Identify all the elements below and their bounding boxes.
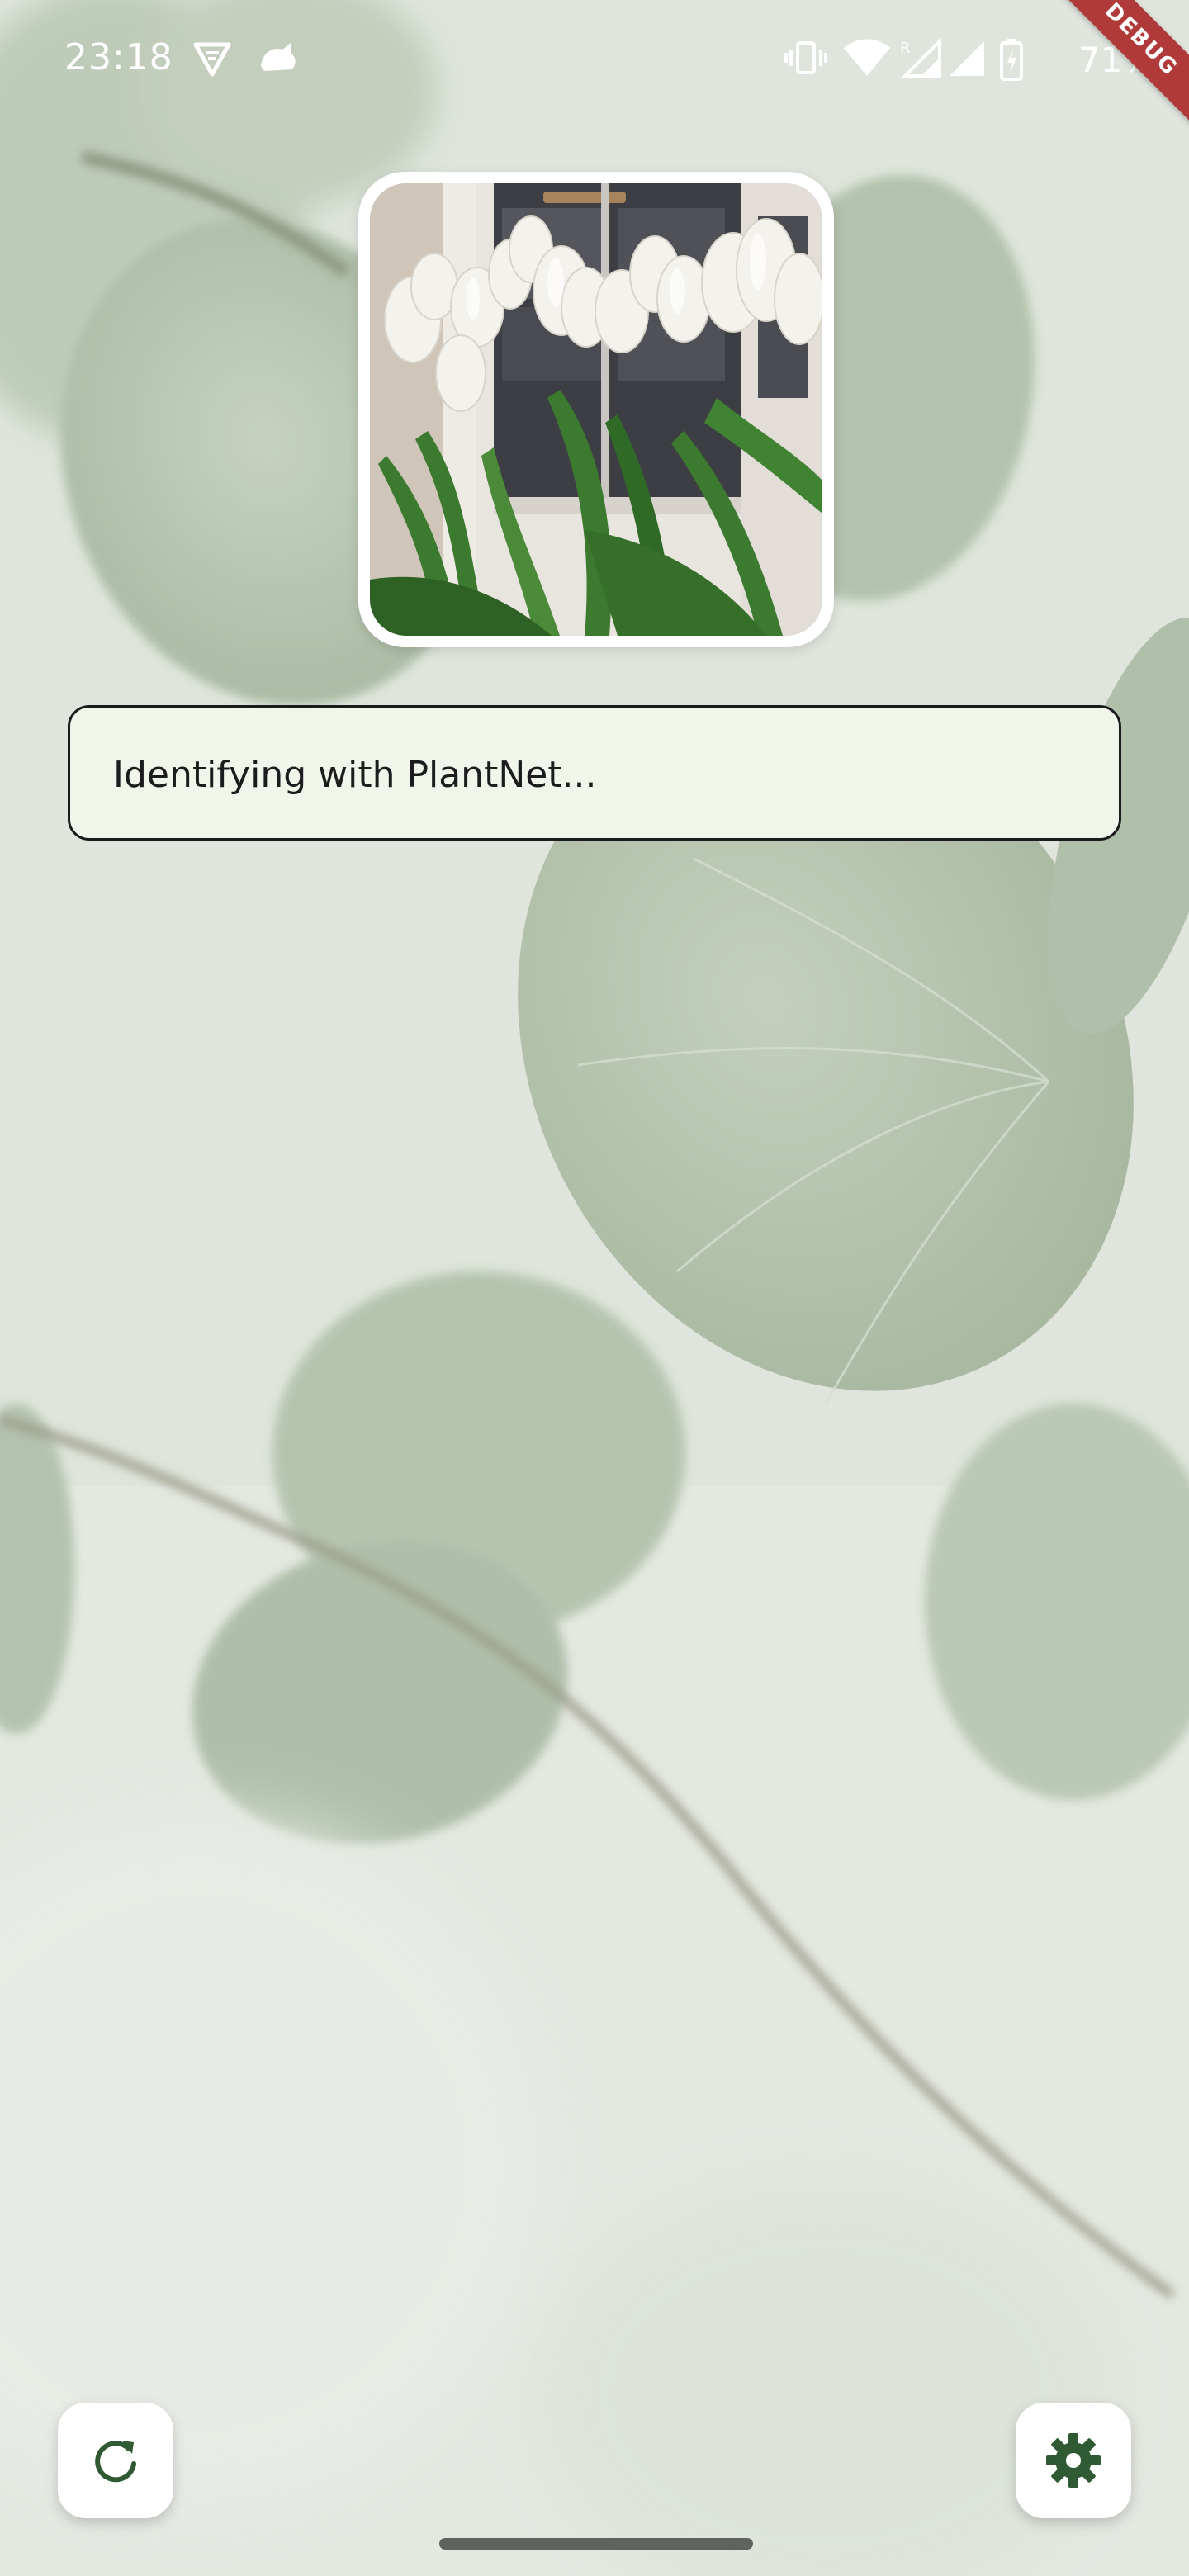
plant-photo [370, 183, 822, 636]
notification-bird-icon [261, 43, 296, 71]
home-indicator[interactable] [439, 2538, 753, 2550]
vpn-shield-icon [193, 42, 231, 77]
battery-icon [1000, 39, 1023, 81]
signal-r-icon: R [900, 38, 941, 78]
status-time: 23:18 [64, 36, 173, 78]
refresh-button[interactable] [58, 2403, 173, 2518]
gear-icon [1046, 2433, 1101, 2488]
settings-button[interactable] [1016, 2403, 1131, 2518]
signal-icon [950, 41, 984, 76]
identification-status-text: Identifying with PlantNet... [113, 754, 597, 796]
status-bar: 23:18 R 71% [0, 0, 1189, 116]
plant-photo-card [358, 172, 834, 647]
wifi-icon [844, 39, 890, 76]
svg-text:R: R [900, 40, 911, 57]
refresh-icon [95, 2441, 136, 2483]
identification-status-box: Identifying with PlantNet... [68, 705, 1121, 841]
white-tulips-photo [370, 183, 822, 636]
vibrate-icon [784, 41, 827, 74]
